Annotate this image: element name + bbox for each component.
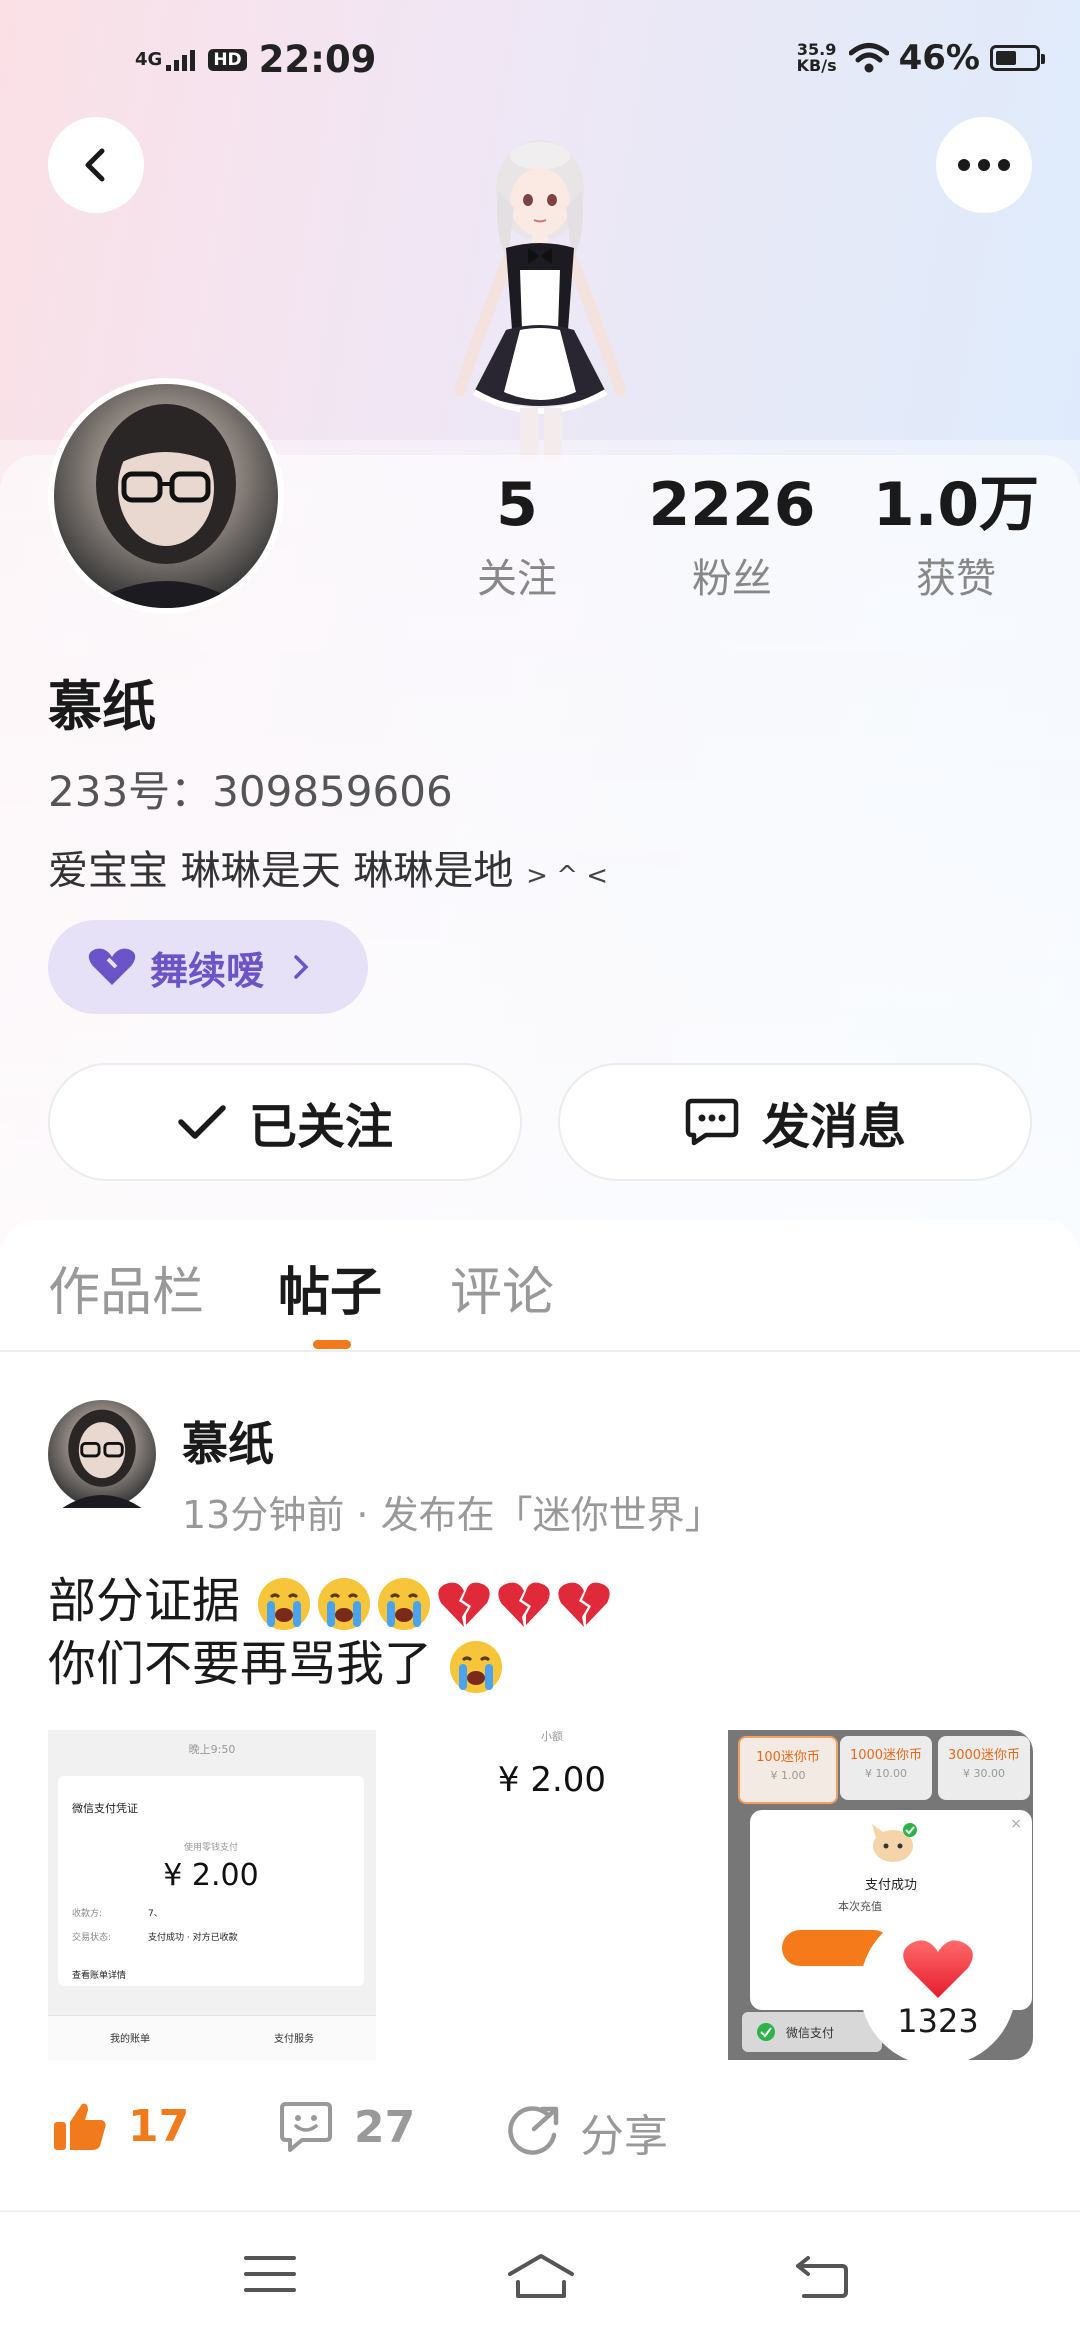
avatar-character-figure — [454, 140, 626, 460]
crying-face-icon — [258, 1578, 311, 1630]
tab-comments[interactable]: 评论 — [450, 1250, 554, 1325]
clock: 22:09 — [258, 38, 377, 81]
crying-face-icon — [318, 1578, 371, 1630]
mascot-icon — [872, 1823, 917, 1862]
network-type: 4G — [135, 48, 163, 70]
menu-lines-icon — [244, 2256, 296, 2292]
profile-bio: 爱宝宝 琳琳是天 琳琳是地 > ^ < — [48, 848, 609, 894]
back-nav-button[interactable] — [794, 2252, 850, 2304]
content-area — [0, 1220, 1080, 2220]
battery-percent: 46% — [898, 38, 980, 78]
profile-page: 4G HD 22:09 35.9 KB/s 46% 5 关注 2226 粉丝 1… — [0, 0, 1080, 2340]
post-author-avatar[interactable] — [48, 1400, 156, 1508]
profile-tabs: 作品栏 帖子 评论 — [0, 1250, 1080, 1350]
heart-icon — [903, 1940, 973, 1998]
home-icon — [508, 2254, 574, 2298]
signal-icon — [166, 49, 198, 71]
share-button[interactable]: 分享 — [504, 2100, 668, 2164]
dance-tag-pill[interactable]: 舞续嗳 — [48, 920, 368, 1014]
comment-button[interactable]: 27 — [278, 2100, 415, 2154]
post-meta: 13分钟前 · 发布在「迷你世界」 — [182, 1493, 723, 1537]
broken-heart-icon — [498, 1582, 550, 1627]
following-stat[interactable]: 5 关注 — [417, 470, 617, 604]
check-icon — [178, 1105, 226, 1139]
followed-button[interactable]: 已关注 — [48, 1063, 522, 1181]
network-speed: 35.9 KB/s — [796, 40, 837, 75]
followers-stat[interactable]: 2226 粉丝 — [632, 470, 832, 604]
hd-badge: HD — [208, 48, 247, 71]
chevron-left-icon — [85, 148, 105, 182]
close-icon: × — [1010, 1816, 1022, 1832]
wifi-icon — [848, 43, 889, 73]
status-bar: 4G HD 22:09 35.9 KB/s 46% — [0, 30, 1080, 90]
send-message-button[interactable]: 发消息 — [558, 1063, 1032, 1181]
battery-icon — [990, 45, 1045, 71]
likes-stat[interactable]: 1.0万 获赞 — [856, 470, 1056, 604]
chevron-right-icon — [294, 955, 309, 979]
chat-bubble-icon — [685, 1098, 739, 1146]
back-button[interactable] — [48, 117, 144, 213]
more-button[interactable] — [936, 117, 1032, 213]
tab-posts[interactable]: 帖子 — [278, 1250, 382, 1325]
comment-face-icon — [280, 2102, 332, 2152]
post-image-receipt[interactable]: 晚上9:50 微信支付凭证 使用零钱支付 ¥ 2.00 收款方: 7、 交易状态… — [48, 1730, 376, 2060]
back-arrow-icon — [796, 2256, 848, 2298]
bio-kaomoji: > ^ < — [526, 861, 609, 891]
share-icon — [508, 2106, 559, 2155]
home-button[interactable] — [506, 2252, 576, 2304]
post-text: 部分证据 你们不要再骂我了 — [48, 1570, 615, 1696]
floating-like-button[interactable]: 1323 — [860, 1910, 1016, 2066]
more-dots-icon — [958, 159, 1010, 171]
menu-button[interactable] — [244, 2252, 296, 2300]
system-navigation-bar — [0, 2210, 1080, 2340]
post-actions: 17 27 分享 — [0, 2100, 1080, 2180]
wechat-pay-check-icon — [757, 2023, 775, 2041]
post-image-amount[interactable]: 小额 ¥ 2.00 — [376, 1730, 728, 2060]
broken-heart-icon — [438, 1582, 490, 1627]
active-tab-indicator — [313, 1340, 351, 1349]
broken-heart-icon — [558, 1582, 610, 1627]
like-button[interactable]: 17 — [52, 2100, 189, 2152]
thumbs-up-icon — [54, 2103, 106, 2150]
tab-works[interactable]: 作品栏 — [48, 1250, 204, 1325]
crying-face-icon — [378, 1578, 431, 1630]
heart-icon — [88, 948, 136, 985]
post-author-name[interactable]: 慕纸 — [182, 1408, 274, 1474]
divider — [0, 1350, 1080, 1352]
profile-uid: 233号：309859606 — [48, 767, 453, 816]
profile-avatar[interactable] — [48, 378, 284, 614]
profile-nickname: 慕纸 — [48, 675, 156, 738]
crying-face-icon — [450, 1641, 503, 1693]
